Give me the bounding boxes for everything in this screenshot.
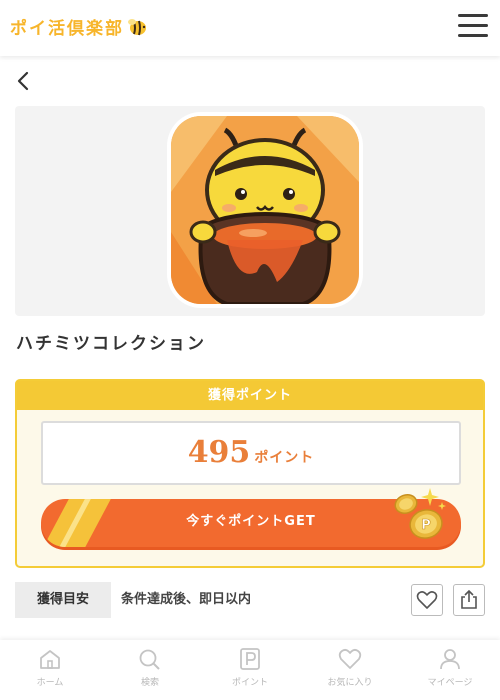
nav-label: お気に入り <box>327 678 373 688</box>
bottom-nav: ホーム 検索 ポイント お気に入り マイページ <box>0 640 500 700</box>
share-button[interactable] <box>453 584 485 616</box>
coin-p-icon: P <box>394 488 446 539</box>
search-icon <box>139 649 160 670</box>
nav-label: ポイント <box>231 678 268 688</box>
app-hero <box>15 106 485 316</box>
favorite-button[interactable] <box>411 584 443 616</box>
app-title: ハチミツコレクション <box>16 334 206 354</box>
site-logo[interactable]: ポイ活倶楽部 <box>10 14 148 39</box>
logo-text: ポイ活倶楽部 <box>10 19 124 39</box>
share-icon <box>461 589 477 609</box>
honey-bee-app-icon <box>167 112 363 308</box>
nav-label: マイページ <box>427 678 473 688</box>
home-icon <box>40 650 60 669</box>
point-panel-header: 獲得ポイント <box>17 381 483 410</box>
nav-item-points[interactable]: ポイント <box>200 640 300 700</box>
nav-item-favorites[interactable]: お気に入り <box>300 640 400 700</box>
nav-item-mypage[interactable]: マイページ <box>400 640 500 700</box>
svg-text:P: P <box>421 518 431 533</box>
heart-icon <box>416 591 438 609</box>
heart-icon <box>338 648 362 669</box>
estimate-value: 条件達成後、即日以内 <box>121 592 252 607</box>
nav-item-home[interactable]: ホーム <box>0 640 100 700</box>
bee-icon <box>128 18 146 35</box>
nav-label: ホーム <box>36 678 64 688</box>
point-amount-card: 495 ポイント <box>41 421 461 485</box>
point-value: 495 <box>187 435 251 470</box>
user-icon <box>440 649 460 670</box>
chevron-left-icon[interactable] <box>14 70 34 92</box>
hamburger-menu-icon[interactable] <box>458 14 488 40</box>
point-unit: ポイント <box>254 450 315 466</box>
point-p-icon <box>240 648 260 670</box>
nav-item-search[interactable]: 検索 <box>100 640 200 700</box>
header: ポイ活倶楽部 <box>0 0 500 56</box>
estimate-label: 獲得目安 <box>15 582 111 618</box>
nav-label: 検索 <box>140 678 159 688</box>
